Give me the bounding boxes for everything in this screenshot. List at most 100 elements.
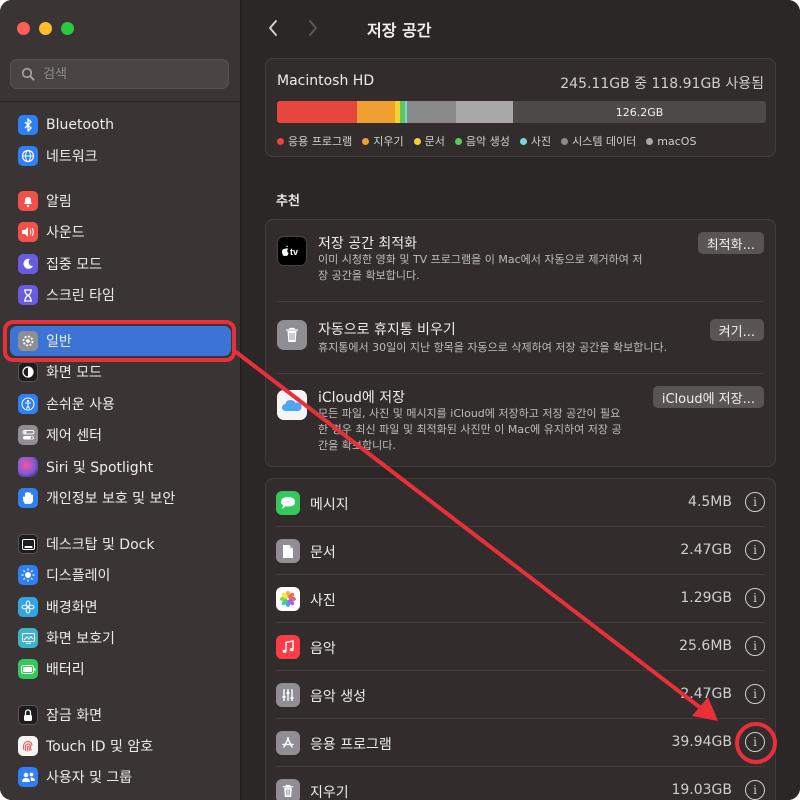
storage-legend: 응용 프로그램 지우기 문서 음악 생성 사진 시스템 데이터 macOS xyxy=(277,133,696,149)
info-button[interactable]: i xyxy=(745,492,765,512)
info-button[interactable]: i xyxy=(745,684,765,704)
sidebar-item-accessibility[interactable]: 손쉬운 사용 xyxy=(10,389,231,419)
recommendation-description: 모든 파일, 사진 및 메시지를 iCloud에 저장하고 저장 공간이 필요한… xyxy=(318,407,622,452)
sidebar-item-label: 데스크탑 및 Dock xyxy=(46,537,155,553)
sidebar-item-general[interactable]: 일반 xyxy=(10,326,231,356)
category-label: 음악 xyxy=(310,641,336,657)
category-row-trash: 지우기 19.03GB i xyxy=(266,767,775,800)
storage-usage-bar: 126.2GB xyxy=(277,101,766,123)
gear-icon xyxy=(18,331,38,351)
trash-icon xyxy=(276,779,300,800)
sidebar-item-wallpaper[interactable]: 배경화면 xyxy=(10,592,231,622)
sidebar-item-screen-saver[interactable]: 화면 보호기 xyxy=(10,623,231,653)
legend-label: 지우기 xyxy=(373,135,404,148)
disk-usage-text: 245.11GB 중 118.91GB 사용됨 xyxy=(560,76,764,92)
sidebar-item-privacy-security[interactable]: 개인정보 보호 및 보안 xyxy=(10,483,231,513)
sidebar-item-label: 디스플레이 xyxy=(46,568,111,584)
usage-segment-trash xyxy=(356,101,395,123)
recommendation-title: 자동으로 휴지통 비우기 xyxy=(318,322,456,338)
sidebar-item-label: 손쉬운 사용 xyxy=(46,397,115,413)
legend-item: 시스템 데이터 xyxy=(561,133,636,149)
main-pane: 저장 공간 Macintosh HD 245.11GB 중 118.91GB 사… xyxy=(241,0,800,800)
recommendation-title: 저장 공간 최적화 xyxy=(318,236,418,252)
category-size: 1.29GB xyxy=(680,590,732,606)
legend-item: 지우기 xyxy=(362,133,404,149)
sidebar-item-focus[interactable]: 집중 모드 xyxy=(10,249,231,279)
info-icon: i xyxy=(753,783,757,797)
sidebar-item-appearance[interactable]: 화면 모드 xyxy=(10,357,231,387)
category-size: 2.47GB xyxy=(680,686,732,702)
search-icon xyxy=(21,67,35,81)
sidebar-item-sound[interactable]: 사운드 xyxy=(10,217,231,247)
sidebar-item-label: 배경화면 xyxy=(46,600,98,616)
info-button[interactable]: i xyxy=(745,732,765,752)
sidebar-item-label: Touch ID 및 암호 xyxy=(46,739,154,755)
sidebar-item-notifications[interactable]: 알림 xyxy=(10,186,231,216)
sidebar-item-touch-id[interactable]: Touch ID 및 암호 xyxy=(10,731,231,761)
tv-icon: tv xyxy=(277,236,307,266)
sidebar-item-desktop-dock[interactable]: 데스크탑 및 Dock xyxy=(10,529,231,559)
legend-dot xyxy=(519,137,527,145)
info-button[interactable]: i xyxy=(745,780,765,800)
sidebar-divider xyxy=(0,101,240,102)
back-button[interactable] xyxy=(263,18,283,38)
sidebar-item-label: 집중 모드 xyxy=(46,257,102,273)
battery-icon xyxy=(18,659,38,679)
turn-on-button[interactable]: 켜기... xyxy=(709,319,764,341)
category-row-applications: 응용 프로그램 39.94GB i xyxy=(266,719,775,767)
sidebar-item-siri-spotlight[interactable]: Siri 및 Spotlight xyxy=(10,452,231,482)
legend-item: macOS xyxy=(646,133,696,149)
accessibility-icon xyxy=(18,394,38,414)
category-label: 문서 xyxy=(310,545,336,561)
recommendations-heading: 추천 xyxy=(276,194,300,209)
category-row-photos: 사진 1.29GB i xyxy=(266,575,775,623)
info-button[interactable]: i xyxy=(745,540,765,560)
category-label: 사진 xyxy=(310,593,336,609)
settings-window: Bluetooth 네트워크 알림 사운드 집중 모드 xyxy=(0,0,800,800)
category-size: 19.03GB xyxy=(671,782,732,798)
category-label: 메시지 xyxy=(310,497,349,513)
window-controls xyxy=(17,22,74,35)
usage-segment-apps xyxy=(277,101,357,123)
category-row-documents: 문서 2.47GB i xyxy=(266,527,775,575)
optimize-button[interactable]: 최적화... xyxy=(697,232,764,254)
chevron-right-icon xyxy=(309,20,317,36)
hand-icon xyxy=(18,488,38,508)
sidebar-item-bluetooth[interactable]: Bluetooth xyxy=(10,110,231,140)
sidebar-item-label: 일반 xyxy=(46,334,72,350)
legend-label: 사진 xyxy=(530,135,552,148)
minimize-window-button[interactable] xyxy=(39,22,52,35)
sidebar: Bluetooth 네트워크 알림 사운드 집중 모드 xyxy=(0,0,241,800)
sidebar-item-screen-time[interactable]: 스크린 타임 xyxy=(10,280,231,310)
music-icon xyxy=(276,635,300,659)
zoom-window-button[interactable] xyxy=(61,22,74,35)
sidebar-item-label: 화면 보호기 xyxy=(46,631,115,647)
sidebar-item-displays[interactable]: 디스플레이 xyxy=(10,560,231,590)
sidebar-item-label: 제어 센터 xyxy=(46,428,102,444)
sidebar-item-users-groups[interactable]: 사용자 및 그룹 xyxy=(10,762,231,792)
search-input[interactable] xyxy=(41,65,215,83)
sidebar-item-control-center[interactable]: 제어 센터 xyxy=(10,420,231,450)
legend-item: 문서 xyxy=(413,133,445,149)
info-icon: i xyxy=(753,543,757,557)
category-row-music-creation: 음악 생성 2.47GB i xyxy=(266,671,775,719)
forward-button[interactable] xyxy=(303,18,323,38)
screensaver-icon xyxy=(18,628,38,648)
legend-label: 음악 생성 xyxy=(465,135,510,148)
sidebar-item-lock-screen[interactable]: 잠금 화면 xyxy=(10,700,231,730)
save-to-icloud-button[interactable]: iCloud에 저장... xyxy=(652,386,764,408)
sidebar-item-label: 잠금 화면 xyxy=(46,708,102,724)
category-label: 지우기 xyxy=(310,785,349,800)
category-label: 음악 생성 xyxy=(310,689,366,705)
info-button[interactable]: i xyxy=(745,588,765,608)
info-icon: i xyxy=(753,495,757,509)
sidebar-item-network[interactable]: 네트워크 xyxy=(10,141,231,171)
disk-name: Macintosh HD xyxy=(277,73,375,89)
sidebar-item-battery[interactable]: 배터리 xyxy=(10,654,231,684)
info-button[interactable]: i xyxy=(745,636,765,656)
close-window-button[interactable] xyxy=(17,22,30,35)
dock-icon xyxy=(18,534,38,554)
usage-segment-macos xyxy=(455,101,514,123)
page-title: 저장 공간 xyxy=(367,21,432,40)
search-field[interactable] xyxy=(10,59,229,89)
